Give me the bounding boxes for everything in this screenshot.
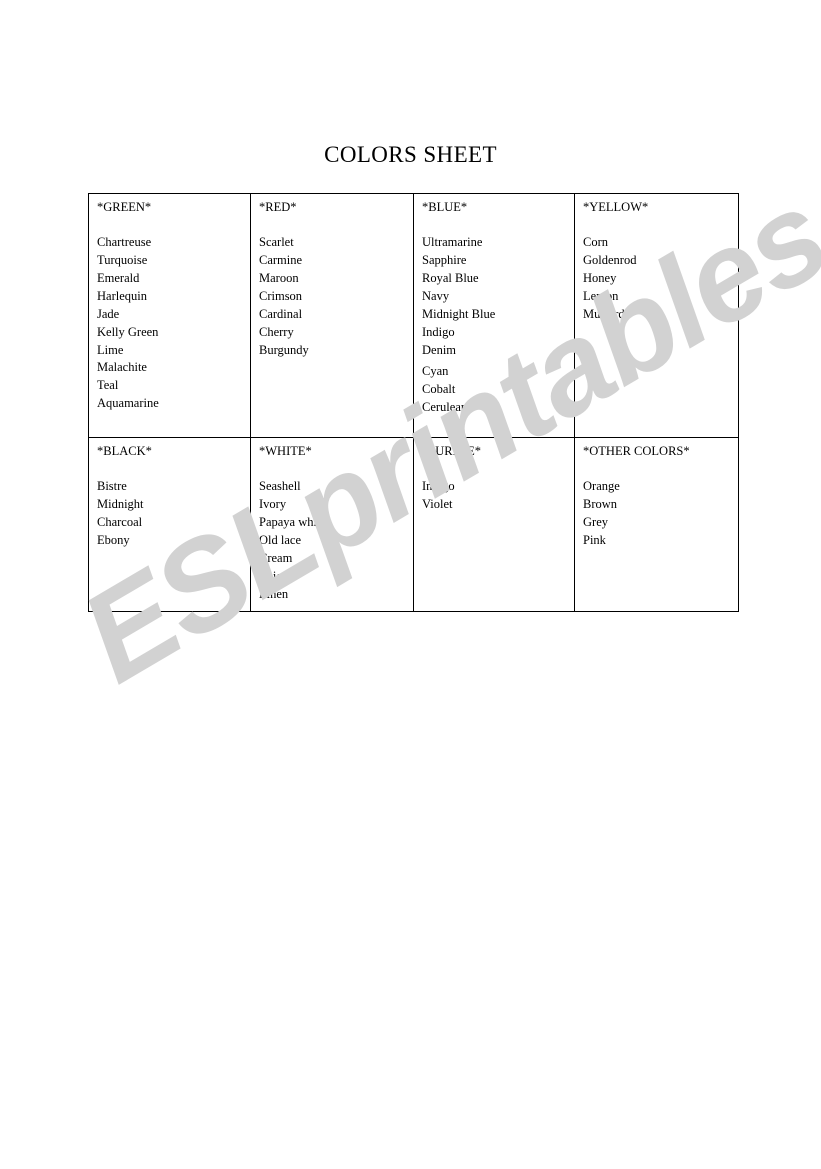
table-row: *BLACK* Bistre Midnight Charcoal Ebony *… (88, 436, 739, 613)
color-list-yellow: Corn Goldenrod Honey Lemon Mustard (583, 234, 738, 324)
list-item: Charcoal (97, 514, 143, 529)
list-item: Brown (583, 497, 618, 512)
list-item: Chartreuse (97, 235, 152, 250)
list-item: Indigo (422, 324, 455, 339)
list-item: Lemon (583, 288, 619, 303)
list-item: Emerald (97, 270, 140, 285)
list-item: Ultramarine (422, 235, 483, 250)
list-item: Corn (583, 235, 608, 250)
list-item: Cerulean (422, 400, 468, 415)
colors-table: *GREEN* Chartreuse Turquoise Emerald Har… (88, 193, 739, 613)
list-item: Lime (97, 342, 124, 357)
list-item: Ivory (259, 497, 287, 512)
list-item: Harlequin (97, 288, 147, 303)
list-item: Linen (259, 586, 289, 601)
list-item: Denim (422, 342, 457, 357)
table-cell-white: *WHITE* Seashell Ivory Papaya whip Old l… (250, 436, 414, 613)
list-item: Aquamarine (97, 396, 159, 411)
list-item: Crimson (259, 288, 303, 303)
list-item: Pink (583, 532, 606, 547)
list-item: Burgundy (259, 342, 309, 357)
color-list-white: Seashell Ivory Papaya whip Old lace Crea… (259, 478, 413, 603)
table-cell-other-colors: *OTHER COLORS* Orange Brown Grey Pink (574, 436, 739, 613)
list-item: Seashell (259, 479, 301, 494)
list-item: Ebony (97, 532, 130, 547)
category-header-white: *WHITE* (259, 444, 312, 458)
table-cell-purple: *PURPLE* Indigo Violet (413, 436, 575, 613)
list-item: Mustard (583, 306, 625, 321)
list-item: Cream (259, 550, 293, 565)
list-item: Jade (97, 306, 120, 321)
list-item: Teal (97, 378, 119, 393)
list-item: Malachite (97, 360, 147, 375)
table-cell-red: *RED* Scarlet Carmine Maroon Crimson Car… (250, 193, 414, 438)
category-header-red: *RED* (259, 200, 297, 214)
color-list-black: Bistre Midnight Charcoal Ebony (97, 478, 250, 550)
category-header-yellow: *YELLOW* (583, 200, 649, 214)
list-item: Cyan (422, 364, 449, 379)
category-header-purple: *PURPLE* (422, 444, 482, 458)
worksheet-page: COLORS SHEET *GREEN* Chartreuse Turquois… (0, 0, 821, 1169)
table-cell-green: *GREEN* Chartreuse Turquoise Emerald Har… (88, 193, 251, 438)
list-item: Kelly Green (97, 324, 159, 339)
list-item: Old lace (259, 532, 301, 547)
color-list-green: Chartreuse Turquoise Emerald Harlequin J… (97, 234, 250, 413)
category-header-blue: *BLUE* (422, 200, 468, 214)
color-list-purple: Indigo Violet (422, 478, 574, 514)
list-item: Beige (259, 568, 289, 583)
list-item: Midnight Blue (422, 306, 496, 321)
page-title: COLORS SHEET (324, 142, 497, 167)
list-item: Bistre (97, 479, 127, 494)
list-item: Orange (583, 479, 620, 494)
list-item: Navy (422, 288, 450, 303)
table-cell-black: *BLACK* Bistre Midnight Charcoal Ebony (88, 436, 251, 613)
list-item: Cardinal (259, 306, 303, 321)
list-item: Royal Blue (422, 270, 479, 285)
list-item: Maroon (259, 270, 299, 285)
color-list-other-colors: Orange Brown Grey Pink (583, 478, 738, 550)
list-item: Sapphire (422, 253, 467, 268)
category-header-other-colors: *OTHER COLORS* (583, 444, 690, 458)
table-row: *GREEN* Chartreuse Turquoise Emerald Har… (88, 193, 739, 438)
list-item: Cherry (259, 324, 294, 339)
list-item: Honey (583, 270, 617, 285)
list-item: Grey (583, 514, 608, 529)
list-item: Violet (422, 497, 453, 512)
table-cell-blue: *BLUE* Ultramarine Sapphire Royal Blue N… (413, 193, 575, 438)
list-item: Scarlet (259, 235, 294, 250)
list-item: Turquoise (97, 253, 148, 268)
list-item: Goldenrod (583, 253, 637, 268)
table-cell-yellow: *YELLOW* Corn Goldenrod Honey Lemon Must… (574, 193, 739, 438)
color-list-red: Scarlet Carmine Maroon Crimson Cardinal … (259, 234, 413, 359)
category-header-black: *BLACK* (97, 444, 152, 458)
list-item: Carmine (259, 253, 303, 268)
category-header-green: *GREEN* (97, 200, 152, 214)
list-item: Cobalt (422, 382, 456, 397)
color-list-blue: Ultramarine Sapphire Royal Blue Navy Mid… (422, 234, 574, 417)
colors-table-body: *GREEN* Chartreuse Turquoise Emerald Har… (88, 193, 739, 613)
list-item: Indigo (422, 479, 455, 494)
list-item: Midnight (97, 497, 144, 512)
list-item: Papaya whip (259, 514, 324, 529)
